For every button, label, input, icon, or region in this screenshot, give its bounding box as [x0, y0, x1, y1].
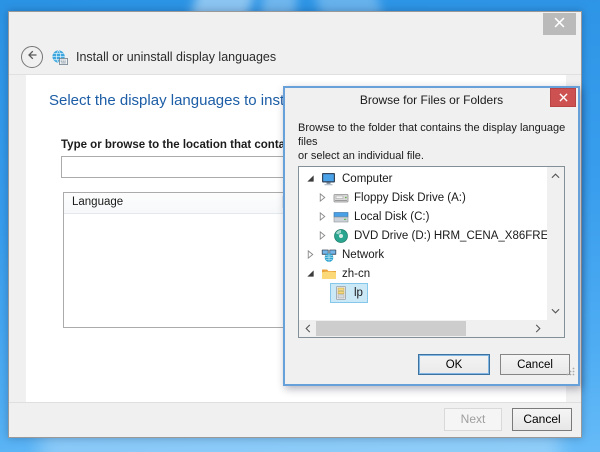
- language-pack-file-icon: [333, 285, 349, 301]
- dialog-cancel-button[interactable]: Cancel: [500, 354, 570, 375]
- tree-item-local-disk-c[interactable]: Local Disk (C:): [299, 207, 547, 226]
- collapse-arrow-icon[interactable]: [304, 173, 316, 185]
- display-language-icon: [51, 49, 68, 66]
- tree-item-zh-cn[interactable]: zh-cn: [299, 264, 547, 283]
- vertical-scrollbar[interactable]: [547, 167, 564, 320]
- tree-item-label: Computer: [342, 173, 393, 185]
- folder-tree: Computer Floppy Disk Drive (A:) Local Disk…: [298, 166, 565, 338]
- dialog-instruction: Browse to the folder that contains the d…: [298, 121, 568, 163]
- tree-item-dvd-drive-d-hrm-cena-x86frev-en-u[interactable]: DVD Drive (D:) HRM_CENA_X86FREV_EN-U: [299, 226, 547, 245]
- browse-dialog: Browse for Files or Folders Browse to th…: [283, 86, 580, 386]
- scrollbar-corner: [547, 320, 564, 337]
- ok-button[interactable]: OK: [418, 354, 490, 375]
- main-footer: Next Cancel: [9, 401, 581, 437]
- desktop: { "colors": { "desktop_blue": "#3399ec",…: [0, 0, 600, 452]
- next-button[interactable]: Next: [444, 408, 502, 431]
- instruction-line: or select an individual file.: [298, 149, 568, 163]
- scrollbar-thumb[interactable]: [316, 321, 466, 336]
- location-label: Type or browse to the location that cont…: [61, 139, 302, 151]
- network-icon: [321, 247, 337, 263]
- folder-icon: [321, 266, 337, 282]
- horizontal-scrollbar[interactable]: [299, 320, 547, 337]
- computer-icon: [321, 171, 337, 187]
- tree-item-content[interactable]: DVD Drive (D:) HRM_CENA_X86FREV_EN-U: [330, 226, 547, 246]
- tree-item-label: Local Disk (C:): [354, 211, 429, 223]
- tree-item-lp[interactable]: lp: [299, 283, 547, 302]
- column-header-language[interactable]: Language: [72, 196, 123, 208]
- tree-item-label: Network: [342, 249, 384, 261]
- tree-item-label: zh-cn: [342, 268, 370, 280]
- nav-bar: Install or uninstall display languages: [9, 40, 581, 74]
- scroll-right-icon[interactable]: [531, 320, 545, 337]
- hard-disk-icon: [333, 209, 349, 225]
- tree-item-label: Floppy Disk Drive (A:): [354, 192, 466, 204]
- tree-item-content[interactable]: lp: [330, 283, 368, 303]
- scroll-down-icon[interactable]: [547, 304, 564, 318]
- collapse-arrow-icon[interactable]: [304, 268, 316, 280]
- titlebar: [9, 12, 581, 40]
- close-icon: [554, 15, 565, 33]
- close-icon: [559, 89, 568, 107]
- instruction-line: Browse to the folder that contains the d…: [298, 121, 568, 149]
- expand-arrow-icon[interactable]: [316, 192, 328, 204]
- tree-item-content[interactable]: Local Disk (C:): [330, 207, 434, 227]
- resize-grip-icon[interactable]: [566, 363, 575, 381]
- tree-item-label: DVD Drive (D:) HRM_CENA_X86FREV_EN-U: [354, 230, 547, 242]
- tree-item-computer[interactable]: Computer: [299, 169, 547, 188]
- tree-item-label: lp: [354, 287, 363, 299]
- scroll-left-icon[interactable]: [301, 320, 315, 337]
- expand-arrow-icon[interactable]: [316, 211, 328, 223]
- back-button[interactable]: [21, 46, 43, 68]
- page-title: Install or uninstall display languages: [76, 50, 276, 64]
- tree-item-network[interactable]: Network: [299, 245, 547, 264]
- expander-spacer: [316, 287, 328, 299]
- tree-item-content[interactable]: Floppy Disk Drive (A:): [330, 188, 471, 208]
- scroll-up-icon[interactable]: [547, 169, 564, 183]
- tree-item-content[interactable]: zh-cn: [318, 264, 375, 284]
- tree-item-floppy-disk-drive-a[interactable]: Floppy Disk Drive (A:): [299, 188, 547, 207]
- dvd-drive-icon: [333, 228, 349, 244]
- expand-arrow-icon[interactable]: [316, 230, 328, 242]
- expand-arrow-icon[interactable]: [304, 249, 316, 261]
- folder-tree-rows: Computer Floppy Disk Drive (A:) Local Disk…: [299, 169, 547, 320]
- dialog-titlebar: Browse for Files or Folders: [285, 88, 578, 111]
- dialog-close-button[interactable]: [550, 88, 576, 107]
- tree-item-content[interactable]: Network: [318, 245, 389, 265]
- cancel-button[interactable]: Cancel: [512, 408, 572, 431]
- floppy-drive-icon: [333, 190, 349, 206]
- window-close-button[interactable]: [543, 13, 576, 35]
- dialog-title: Browse for Files or Folders: [360, 93, 503, 107]
- tree-item-content[interactable]: Computer: [318, 169, 398, 189]
- back-arrow-icon: [26, 48, 38, 66]
- wizard-heading: Select the display languages to install: [49, 92, 299, 109]
